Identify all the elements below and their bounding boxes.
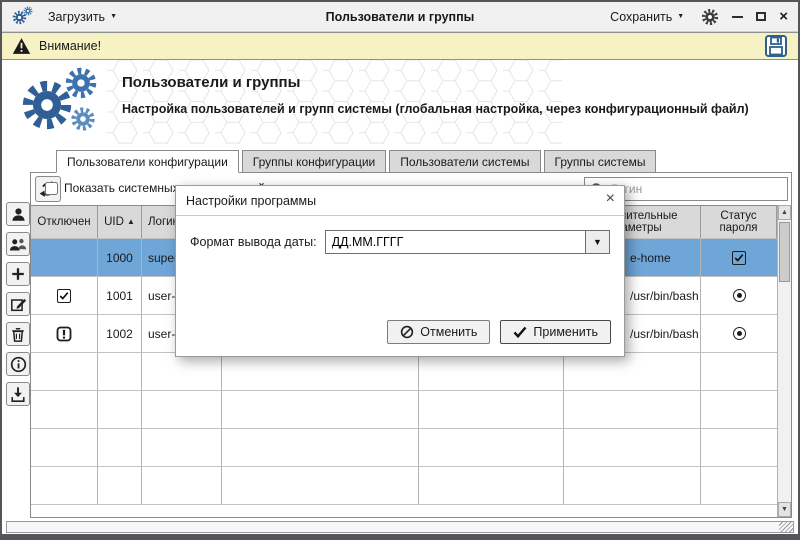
resize-grip[interactable] [779,522,793,532]
checkbox-checked-icon [732,251,746,265]
app-header: Пользователи и группы Настройка пользова… [2,60,798,144]
warning-bar: Внимание! [2,32,798,60]
save-menu-label: Сохранить [610,10,672,24]
app-logo-icon [12,6,34,28]
exclamation-box-icon [56,326,72,342]
col-header-uid-label: UID [104,216,124,228]
apply-button[interactable]: Применить [500,320,611,344]
close-button[interactable]: × [779,9,788,24]
combobox-dropdown-icon[interactable]: ▼ [585,231,609,253]
search-input[interactable] [610,182,782,196]
user-card-button[interactable] [6,202,30,226]
scroll-down-button[interactable]: ▼ [778,502,791,517]
users-group-icon [9,236,27,253]
cell-uid: 1000 [98,239,142,276]
cell-disabled [31,239,98,276]
tab-groups-config[interactable]: Группы конфигурации [242,150,386,173]
table-empty-row [31,429,777,467]
cancel-icon [400,325,414,339]
import-button[interactable] [6,382,30,406]
trash-icon [10,326,26,343]
settings-dialog: Настройки программы × Формат вывода даты… [175,185,625,357]
edit-user-button[interactable] [6,292,30,316]
tab-groups-system[interactable]: Группы системы [544,150,657,173]
minimize-button[interactable] [732,16,743,18]
date-format-combobox[interactable]: ▼ [325,230,610,254]
scroll-up-button[interactable]: ▲ [778,205,791,220]
cell-password-status [701,315,777,352]
col-header-password-status[interactable]: Статус пароля [701,206,777,238]
info-button[interactable] [6,352,30,376]
sort-asc-icon: ▲ [127,216,135,228]
page-subtitle: Настройка пользователей и групп системы … [122,102,788,116]
warning-text: Внимание! [39,39,101,53]
tab-users-system[interactable]: Пользователи системы [389,150,540,173]
password-set-icon [733,289,746,302]
cancel-button[interactable]: Отменить [387,320,490,344]
load-menu-button[interactable]: Загрузить ▼ [44,8,121,26]
load-menu-label: Загрузить [48,10,105,24]
chevron-down-icon: ▼ [677,13,684,20]
chevron-down-icon: ▼ [110,13,117,20]
scrollbar-thumb[interactable] [779,222,790,282]
show-system-users-checkbox[interactable] [45,182,58,195]
group-button[interactable] [6,232,30,256]
left-tool-strip [6,202,30,406]
add-user-button[interactable] [6,262,30,286]
password-set-icon [733,327,746,340]
status-bar [6,521,794,533]
save-file-icon[interactable] [764,34,788,58]
warning-triangle-icon [12,37,31,55]
col-header-disabled[interactable]: Отключен [31,206,98,238]
cell-disabled [31,315,98,352]
delete-user-button[interactable] [6,322,30,346]
table-empty-row [31,467,777,505]
col-header-uid[interactable]: UID ▲ [98,206,142,238]
table-empty-row [31,353,777,391]
save-menu-button[interactable]: Сохранить ▼ [606,8,688,26]
maximize-button[interactable] [756,12,766,21]
table-empty-row [31,391,777,429]
apply-button-label: Применить [533,325,598,339]
page-title: Пользователи и группы [122,74,788,91]
cell-uid: 1001 [98,277,142,314]
date-format-value[interactable] [326,231,585,253]
cell-password-status [701,277,777,314]
settings-gear-icon[interactable] [701,8,719,26]
edit-icon [10,296,27,313]
app-window: Загрузить ▼ Пользователи и группы Сохран… [0,0,800,540]
cell-uid: 1002 [98,315,142,352]
vertical-scrollbar[interactable]: ▲ ▼ [777,205,791,517]
tab-users-config[interactable]: Пользователи конфигурации [56,150,239,173]
user-icon [10,206,27,223]
cell-password-status [701,239,777,276]
date-format-label: Формат вывода даты: [190,235,317,249]
titlebar: Загрузить ▼ Пользователи и группы Сохран… [2,2,798,32]
tab-bar: Пользователи конфигурации Группы конфигу… [56,150,792,173]
info-icon [10,356,27,373]
app-logo-large-icon [20,66,112,138]
download-icon [10,386,26,403]
plus-icon [10,266,26,282]
cancel-button-label: Отменить [420,325,477,339]
cell-disabled [31,277,98,314]
apply-check-icon [513,326,527,338]
checkbox-checked-icon [57,289,71,303]
dialog-title: Настройки программы [176,186,624,216]
dialog-close-icon[interactable]: × [606,191,615,207]
